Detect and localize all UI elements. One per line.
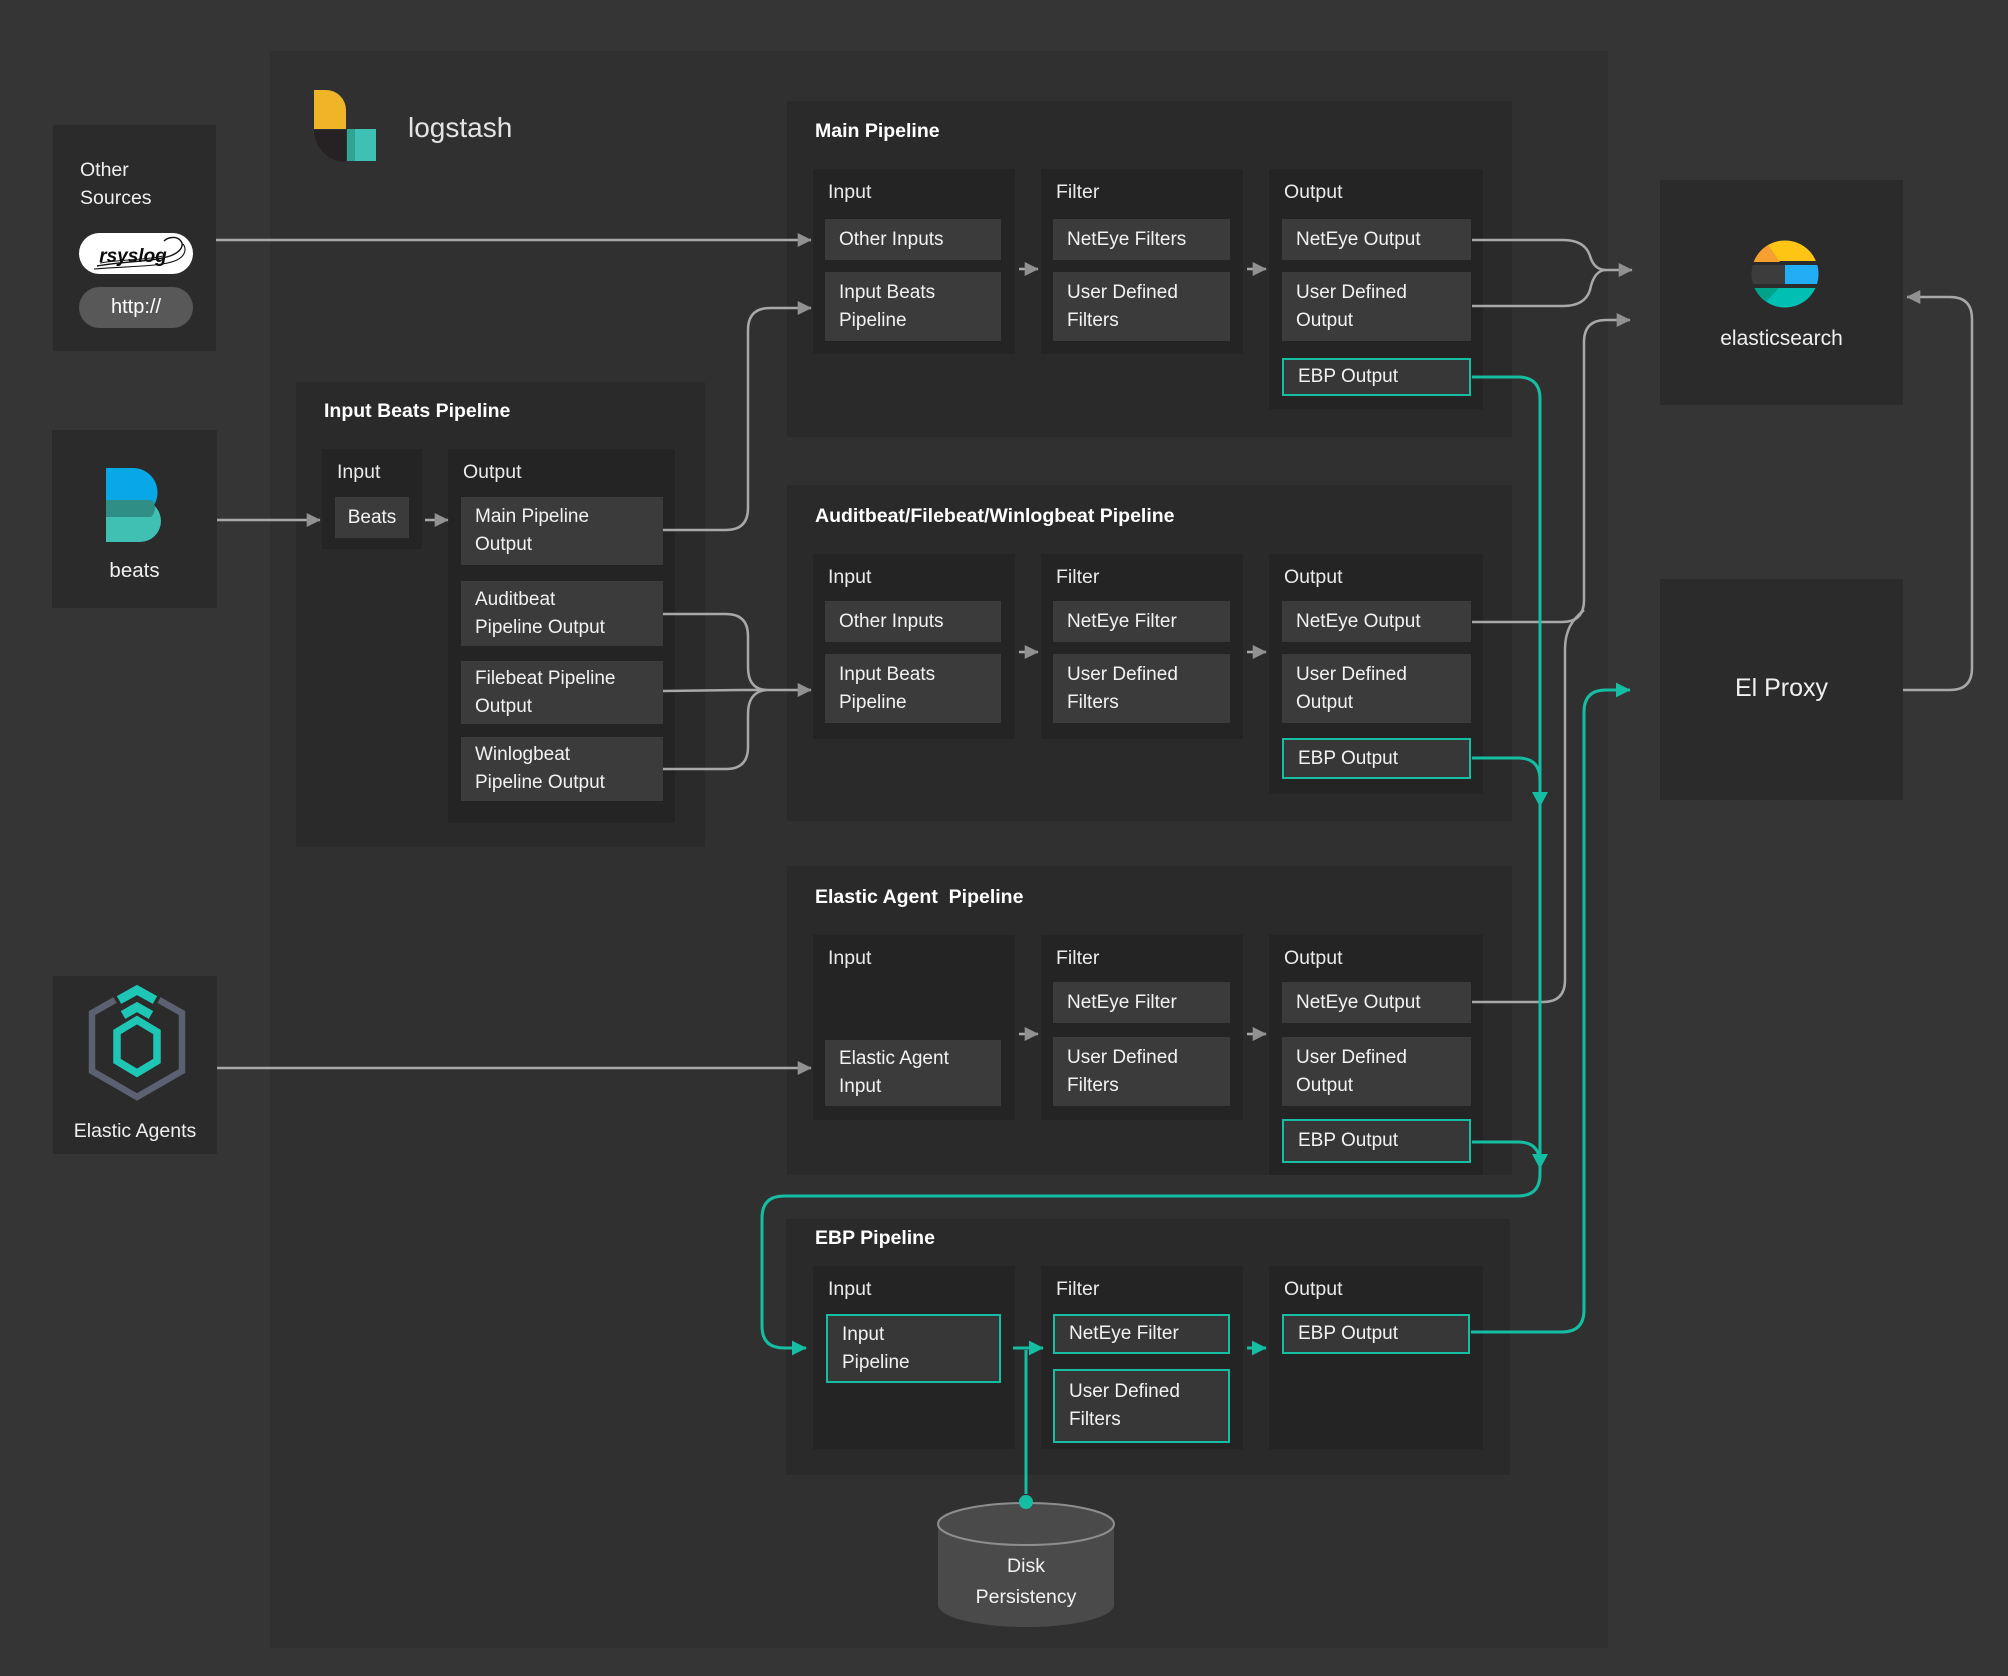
svg-text:Disk: Disk [1007,1555,1045,1577]
svg-text:Persistency: Persistency [976,1586,1077,1608]
